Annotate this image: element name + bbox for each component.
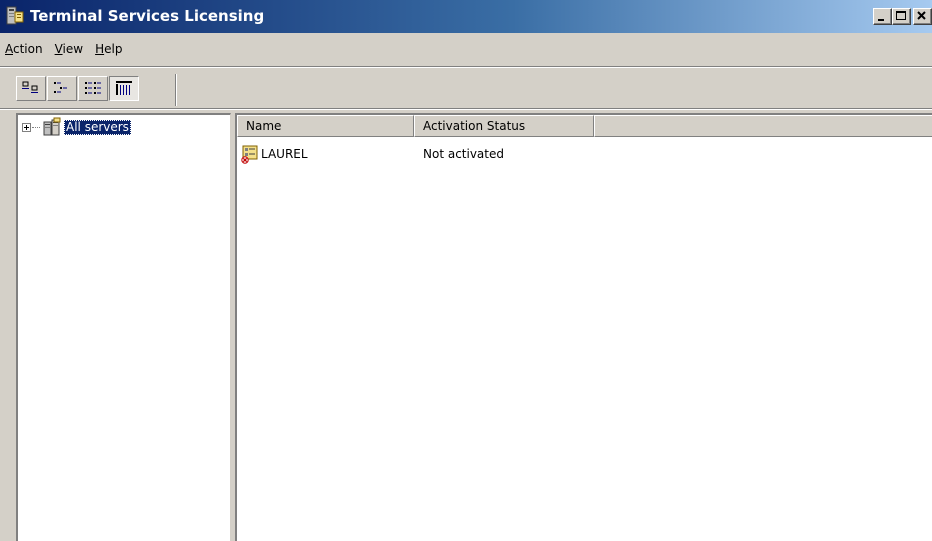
maximize-icon [896,11,906,20]
details-view-icon [116,81,132,95]
toolbar-separator [0,108,932,110]
console-tree-pane[interactable]: All servers [16,113,231,541]
tree-node-all-servers[interactable]: All servers [22,117,131,136]
menu-view-label: iew [62,42,84,56]
close-icon [917,11,926,20]
window-controls [873,8,932,25]
large-icons-view-button[interactable] [16,75,46,101]
tree-connector [32,126,40,128]
minimize-button[interactable] [873,8,892,25]
column-header-activation-status[interactable]: Activation Status [414,115,594,137]
column-header-filler [594,115,932,137]
cell-activation-status: Not activated [423,147,504,161]
minimize-icon [878,19,884,21]
list-row[interactable]: LAUREL Not activated [237,144,603,164]
small-icons-view-button[interactable] [47,75,77,101]
menu-view-accelerator: V [54,42,63,56]
server-name: LAUREL [261,147,308,161]
menu-separator [0,66,932,68]
details-list-pane[interactable]: Name Activation Status LAUREL Not activa… [235,113,932,541]
terminal-services-licensing-window: Terminal Services Licensing Action View … [0,0,932,541]
column-header-name[interactable]: Name [237,115,414,137]
cell-name: LAUREL [237,144,414,164]
menu-action-accelerator: A [5,42,13,56]
menu-action[interactable]: Action [0,40,49,58]
menu-bar: Action View Help [0,38,932,60]
menu-help-accelerator: H [95,42,105,56]
list-view-button[interactable] [78,75,108,101]
close-button[interactable] [913,8,932,25]
license-server-error-icon [241,145,258,164]
maximize-button[interactable] [892,8,911,25]
window-title: Terminal Services Licensing [30,7,265,25]
tree-label-all-servers[interactable]: All servers [64,119,131,135]
list-header: Name Activation Status [237,115,932,137]
small-icons-view-icon [54,82,67,93]
list-view-icon [85,82,101,94]
toolbar-divider [175,74,177,106]
title-bar[interactable]: Terminal Services Licensing [0,0,932,33]
expand-plus-icon[interactable] [22,122,31,132]
menu-help-label: elp [104,42,123,56]
menu-view[interactable]: View [49,40,89,58]
large-icons-view-icon [22,81,38,93]
view-toolbar [16,74,140,102]
menu-action-label: ction [13,42,43,56]
server-group-icon [43,117,61,136]
menu-help[interactable]: Help [89,40,128,58]
terminal-services-app-icon[interactable] [6,6,24,26]
details-view-button[interactable] [109,75,139,101]
